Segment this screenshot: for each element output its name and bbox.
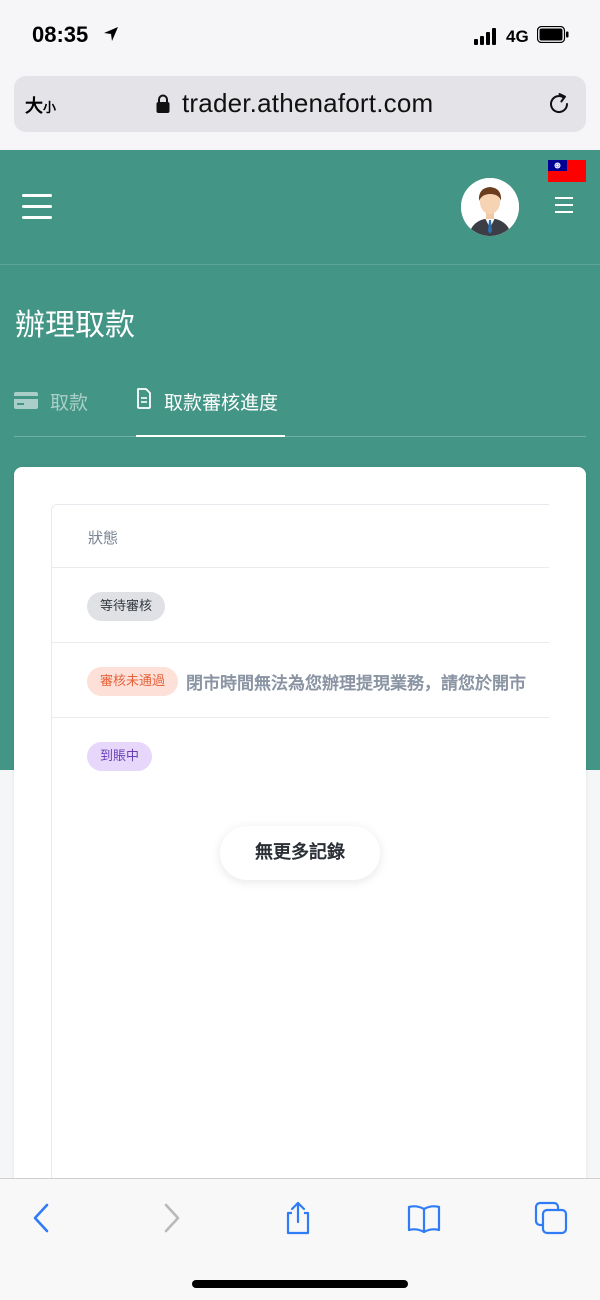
column-header-status: 狀態: [88, 529, 119, 547]
location-arrow-icon: [104, 27, 118, 41]
browser-address-area: 大小 trader.athenafort.com: [0, 70, 600, 150]
reload-icon[interactable]: [546, 91, 572, 117]
document-icon: [137, 388, 151, 409]
header-divider: [0, 264, 600, 265]
network-type: 4G: [506, 27, 529, 46]
list-menu-icon[interactable]: [555, 197, 573, 213]
table-row[interactable]: 等待審核: [52, 568, 549, 643]
taiwan-flag-icon[interactable]: [548, 160, 586, 182]
tabs-icon[interactable]: [534, 1201, 568, 1235]
forward-icon[interactable]: [154, 1201, 188, 1235]
reject-reason-text: 閉市時間無法為您辦理提現業務，請您於開市: [186, 674, 526, 694]
status-badge: 等待審核: [87, 592, 166, 621]
status-time: 08:35: [32, 22, 89, 47]
bookmarks-icon[interactable]: [407, 1201, 441, 1235]
user-avatar-icon[interactable]: [461, 178, 519, 236]
hamburger-menu-icon[interactable]: [22, 194, 52, 219]
status-bar: 08:35 4G: [0, 0, 600, 70]
active-tab-indicator: [136, 435, 285, 437]
back-icon[interactable]: [25, 1201, 59, 1235]
lock-icon: [156, 94, 170, 113]
tab-label: 取款: [50, 392, 89, 414]
avatar-illustration: [461, 178, 519, 236]
browser-toolbar: [0, 1178, 600, 1300]
status-badge: 審核未通過: [87, 667, 179, 696]
share-icon[interactable]: [281, 1201, 315, 1235]
url-text: trader.athenafort.com: [182, 88, 434, 118]
table-row[interactable]: 到賬中: [52, 718, 549, 792]
address-bar[interactable]: 大小 trader.athenafort.com: [14, 76, 586, 132]
home-indicator: [192, 1280, 408, 1288]
battery-icon: [537, 26, 569, 43]
table-header: 狀態: [52, 505, 549, 568]
no-more-records-label: 無更多記錄: [220, 826, 380, 880]
table-row[interactable]: 審核未通過 閉市時間無法為您辦理提現業務，請您於開市: [52, 643, 549, 718]
page-title: 辦理取款: [15, 308, 135, 343]
cellular-signal-icon: [474, 28, 500, 45]
tabs-divider: [14, 436, 586, 437]
tab-label: 取款審核進度: [164, 392, 279, 414]
status-badge: 到賬中: [87, 742, 153, 771]
text-size-button[interactable]: 大小: [25, 92, 56, 118]
credit-card-icon: [14, 392, 38, 409]
